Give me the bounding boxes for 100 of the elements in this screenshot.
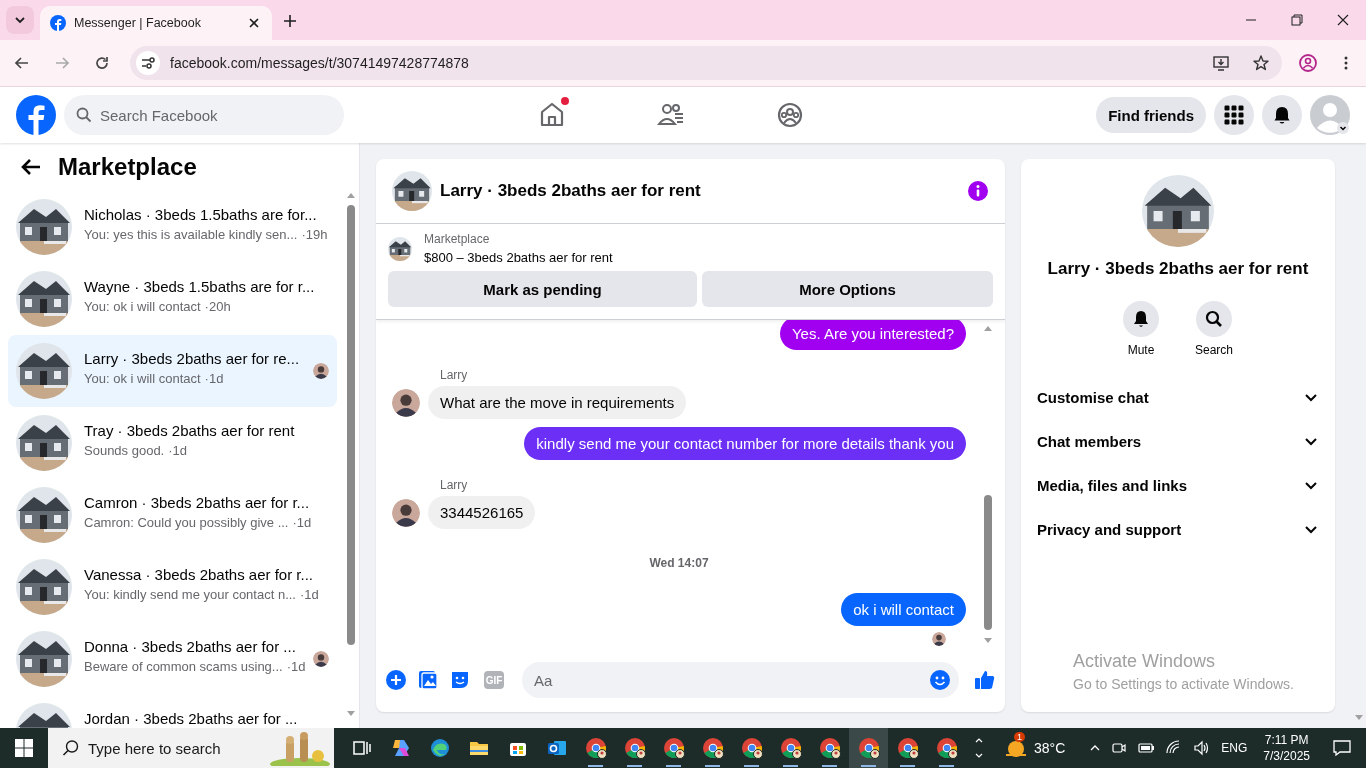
message-field[interactable]: Aa [522,662,959,698]
message-time: ·1d [204,371,224,386]
search-field[interactable]: Search Facebook [64,95,344,135]
mute-button[interactable] [1123,301,1159,337]
conversation-item[interactable]: Larry · 3beds 2baths aer for re... You: ok i will contact ·1d [8,335,337,407]
conversation-title: Donna · 3beds 2baths aer for ... [84,638,297,655]
listing-title[interactable]: $800 – 3beds 2baths aer for rent [424,250,613,265]
listing-button[interactable]: More Options [702,271,993,307]
message-time: ·1d [292,515,312,530]
battery-icon[interactable] [1137,740,1156,756]
section-row[interactable]: Privacy and support [1029,507,1327,551]
conversation-title: Nicholas · 3beds 1.5baths are for... [84,206,318,223]
action-label: Mute [1127,343,1155,357]
sidebar-title: Marketplace [58,153,197,181]
message-time: ·1d [168,443,188,458]
plus-icon[interactable] [384,668,408,692]
received-message: What are the move in requirements [428,386,687,419]
section-row[interactable]: Media, files and links [1029,463,1327,507]
chrome-icon [778,736,803,760]
clock[interactable]: 7:11 PM 7/3/2025 [1263,732,1310,764]
profile-icon[interactable] [1298,53,1318,73]
home-icon[interactable] [538,101,566,129]
search-button[interactable] [1196,301,1232,337]
search-icon [62,739,80,757]
activation-message: Go to Settings to activate Windows. [1073,676,1294,692]
conversation-item[interactable]: Wayne · 3beds 1.5baths are for r... You: ok i will contact ·20h [8,263,337,335]
message-preview: You: yes this is available kindly sen... [84,227,298,242]
reload-icon [94,55,110,71]
site-settings-icon[interactable] [136,51,160,75]
facebook-logo-icon[interactable] [16,95,56,135]
chrome-icon [700,736,725,760]
facebook-logo-icon [50,15,66,31]
listing-button[interactable]: Mark as pending [388,271,697,307]
taskbar-button[interactable] [849,728,888,768]
section-row[interactable]: Chat members [1029,419,1327,463]
find-friends-button[interactable]: Find friends [1096,97,1206,133]
chrome-icon [934,736,959,760]
conversation-item[interactable]: Camron · 3beds 2baths aer for r... Camron: Could you possibly give ... ·1d [8,479,337,551]
taskbar-search-field[interactable]: Type here to search [48,728,334,768]
message-timestamp: Wed 14:07 [649,556,709,570]
grid-icon [1224,105,1244,125]
scrollbar[interactable] [1352,143,1366,728]
chrome-icon [895,736,920,760]
message-preview: Camron: Could you possibly give ... [84,515,289,530]
info-icon[interactable] [967,180,989,202]
message-time: ·20h [204,299,231,314]
camera-icon[interactable] [1111,740,1128,756]
image-icon[interactable] [416,668,440,692]
conversation-title: Camron · 3beds 2baths aer for r... [84,494,311,511]
menu-button[interactable] [1214,95,1254,135]
conversation-title: Vanessa · 3beds 2baths aer for r... [84,566,315,583]
conversation-item[interactable]: Donna · 3beds 2baths aer for ... Beware of common scams using... ·1d [8,623,337,695]
conversation-title: Wayne · 3beds 1.5baths are for r... [84,278,316,295]
address-bar[interactable]: facebook.com/messages/t/30741497428774878 [130,46,1282,80]
chrome-icon [661,736,686,760]
conversation-item[interactable]: Nicholas · 3beds 1.5baths are for... You: yes this is available kindly sen... ·19h [8,191,337,263]
tab-title: Messenger | Facebook [74,16,202,30]
avatar-icon [392,498,420,527]
url-text: facebook.com/messages/t/30741497428774878 [170,55,470,71]
message-preview: Sounds good. [84,443,165,458]
chrome-icon [583,736,608,760]
conversation-title: Tray · 3beds 2baths aer for rent [84,422,296,439]
notifications-button[interactable] [1262,95,1302,135]
like-icon[interactable] [973,668,997,692]
contact-title: Larry · 3beds 2baths aer for rent [1047,259,1309,279]
sent-message: Yes. Are you interested? [779,320,966,350]
sent-message: kindly send me your contact number for more details thank you [524,427,966,460]
avatar-icon [392,388,420,417]
sent-message: ok i will contact [841,593,966,626]
star-icon[interactable] [1252,54,1270,72]
chevron-down-icon [14,14,26,26]
message-time: ·1d [286,659,306,674]
message-preview: You: kindly send me your contact n... [84,587,296,602]
conversation-item[interactable]: Vanessa · 3beds 2baths aer for r... You: kindly send me your contact n... ·1d [8,551,337,623]
chrome-icon [739,736,764,760]
chat-title: Larry · 3beds 2baths aer for rent [440,181,702,201]
chrome-icon [856,736,881,760]
install-icon[interactable] [1212,54,1230,72]
received-message: 3344526165 [428,496,536,529]
emoji-icon[interactable] [929,669,951,691]
back-arrow-icon [14,55,30,71]
message-preview: You: ok i will contact [84,371,201,386]
message-time: ·19h [301,227,328,242]
message-preview: You: ok i will contact [84,299,201,314]
section-row[interactable]: Customise chat [1029,375,1327,419]
sender-name: Larry [440,478,469,492]
bell-icon [1272,105,1292,125]
activation-title: Activate Windows [1073,651,1217,672]
temperature: 38°C [1034,740,1066,756]
search-icon [76,107,92,123]
tab-list-button[interactable] [6,6,34,34]
chrome-icon [622,736,647,760]
conversation-item[interactable]: Tray · 3beds 2baths aer for rent Sounds good. ·1d [8,407,337,479]
forward-arrow-icon [54,55,70,71]
groups-icon[interactable] [776,101,804,129]
notifications-icon[interactable] [1332,738,1352,758]
language-indicator[interactable]: ENG [1221,741,1248,755]
listing-label: Marketplace [424,232,491,246]
message-time: ·1d [300,587,319,602]
browser-tab[interactable]: Messenger | Facebook [40,6,272,40]
